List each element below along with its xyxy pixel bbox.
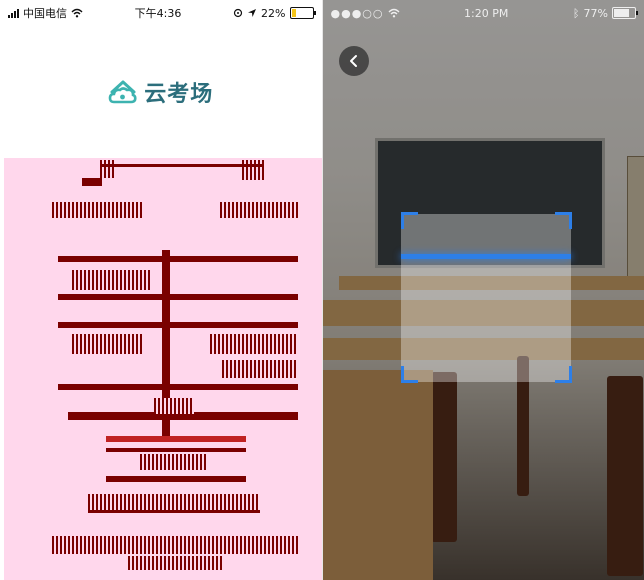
scan-line (400, 254, 571, 259)
carrier-label: 中国电信 (23, 7, 67, 20)
scan-corner-bottom-right (554, 366, 572, 383)
corrupted-render-area (4, 158, 322, 580)
status-time: 1:20 PM (464, 6, 509, 20)
status-bar: ●●●○○ 1:20 PM ᛒ 77% (323, 0, 644, 26)
scan-screen: ●●●○○ 1:20 PM ᛒ 77% (322, 0, 644, 580)
signal-dots-icon: ●●●○○ (330, 6, 384, 20)
wifi-icon (71, 8, 83, 18)
scan-frame (400, 214, 571, 382)
wifi-icon (388, 8, 399, 18)
bluetooth-icon: ᛒ (572, 6, 580, 20)
battery-icon (289, 7, 316, 19)
status-time: 下午4:36 (134, 7, 182, 20)
battery-percent: 77% (583, 6, 608, 20)
scan-corner-top-right (554, 212, 572, 229)
chevron-left-icon (349, 55, 357, 67)
battery-icon (611, 7, 638, 19)
orientation-lock-icon (233, 8, 243, 18)
battery-percent: 22% (261, 6, 286, 20)
cloud-home-icon (108, 80, 137, 104)
signal-icon (8, 8, 19, 18)
status-bar: 中国电信 下午4:36 22% (0, 0, 322, 26)
app-logo: 云考场 (0, 76, 322, 108)
scan-corner-bottom-left (400, 366, 418, 383)
login-screen: 中国电信 下午4:36 22% 云考场 (0, 0, 323, 580)
app-name: 云考场 (144, 82, 214, 107)
screenshot-pair: 中国电信 下午4:36 22% 云考场 ●●●○○ 1:20 PM ᛒ 77% (0, 0, 644, 580)
scan-corner-top-left (400, 212, 418, 229)
location-icon (248, 9, 257, 17)
back-button[interactable] (338, 46, 369, 76)
